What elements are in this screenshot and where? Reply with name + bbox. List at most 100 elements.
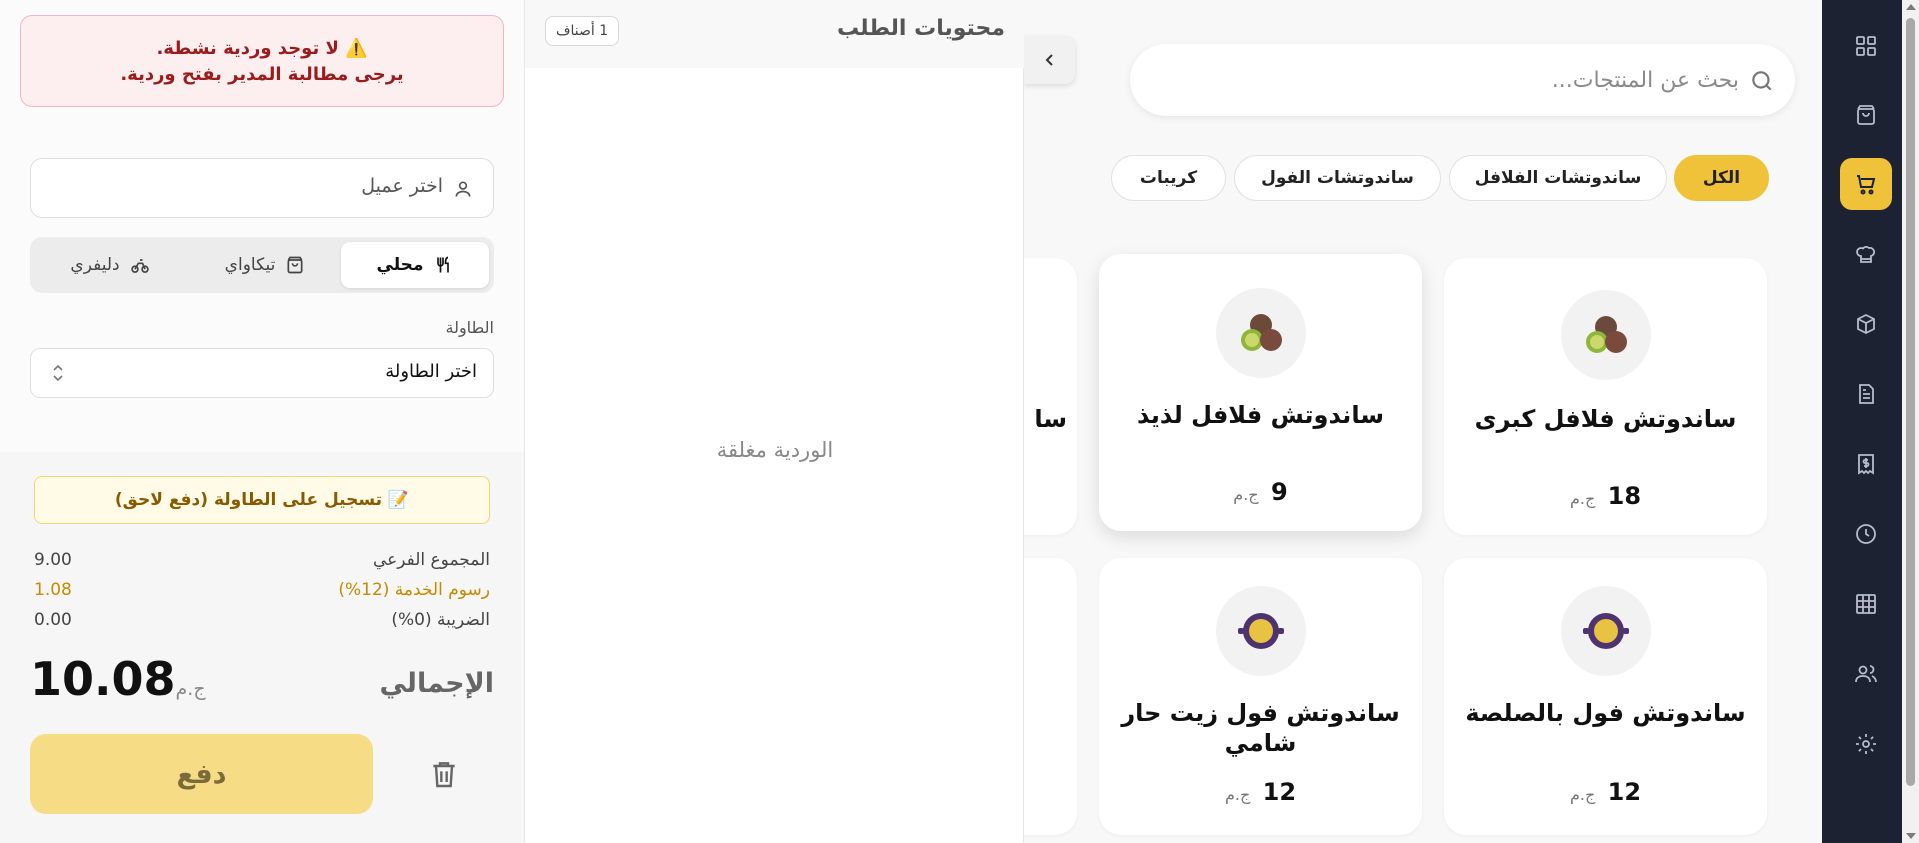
nav-tables[interactable] [1840, 578, 1892, 630]
product-card[interactable]: ساندوتش فول بالصلصة 12 ج.م [1444, 558, 1767, 835]
customer-select[interactable]: اختر عميل [30, 158, 494, 218]
category-all[interactable]: الكل [1674, 155, 1769, 201]
nav-users[interactable] [1840, 648, 1892, 700]
product-name: ساندوتش فول زيت حار شامي [1121, 699, 1400, 757]
nav-kitchen[interactable] [1840, 228, 1892, 280]
collapse-panel-button[interactable] [1024, 36, 1075, 84]
category-crepes[interactable]: كريبات [1111, 155, 1226, 201]
order-type-delivery[interactable]: دليفري [36, 242, 184, 288]
item-count-badge: 1 أصناف [545, 16, 620, 46]
foul-pot-image [1216, 586, 1306, 676]
order-type-dine-in[interactable]: محلي [341, 242, 489, 288]
box-icon [1857, 313, 1875, 335]
chef-hat-icon [1856, 245, 1875, 263]
tax-label: الضريبة (0%) [391, 610, 490, 630]
bike-icon [130, 259, 149, 273]
cutlery-icon [437, 256, 450, 273]
product-card[interactable]: ساندوتش فلافل كبرى 18 ج.م [1444, 258, 1767, 535]
product-name: سا [1034, 405, 1067, 433]
search-icon [1752, 71, 1772, 91]
no-shift-alert: ⚠️ لا توجد وردية نشطة. يرجى مطالبة المدي… [20, 15, 504, 107]
tax-row: الضريبة (0%) 0.00 [34, 610, 490, 636]
alert-line-2: يرجى مطالبة المدير بفتح وردية. [120, 64, 404, 85]
nav-settings[interactable] [1840, 718, 1892, 770]
product-price: 9 ج.م [1233, 478, 1288, 506]
product-card-partial[interactable]: سا [1024, 258, 1077, 535]
search-bar [1130, 44, 1795, 116]
product-price: 12 ج.م [1569, 778, 1642, 806]
grid-icon [1856, 36, 1876, 56]
pay-button[interactable]: دفع [30, 734, 373, 814]
order-header: محتويات الطلب 1 أصناف [525, 0, 1025, 68]
order-type-takeaway[interactable]: تيكاواي [191, 242, 339, 288]
table-grid-icon [1856, 594, 1876, 614]
order-type-label: تيكاواي [224, 255, 276, 275]
settings-gear-icon [1856, 734, 1876, 754]
product-price: 12 ج.م [1224, 778, 1297, 806]
category-falafel[interactable]: ساندوتشات الفلافل [1449, 155, 1667, 201]
nav-rail [1822, 0, 1902, 843]
table-select[interactable]: اختر الطاولة [30, 348, 494, 398]
subtotal-row: المجموع الفرعي 9.00 [34, 550, 490, 576]
category-label: ساندوتشات الفول [1261, 168, 1414, 188]
scroll-up-arrow[interactable] [1906, 4, 1916, 10]
service-fee-row: رسوم الخدمة (12%) 1.08 [34, 580, 490, 606]
trash-icon[interactable] [428, 758, 460, 790]
nav-shifts[interactable] [1840, 508, 1892, 560]
receipt-dollar-icon [1858, 454, 1874, 475]
search-input[interactable] [1179, 44, 1739, 116]
service-fee-value: 1.08 [34, 580, 72, 600]
total-label: الإجمالي [379, 668, 494, 699]
scroll-thumb[interactable] [1906, 18, 1915, 786]
table-placeholder: اختر الطاولة [385, 361, 477, 382]
nav-finance[interactable] [1840, 438, 1892, 490]
document-icon [1859, 384, 1874, 404]
alert-line-1: ⚠️ لا توجد وردية نشطة. [156, 38, 368, 59]
shift-closed-message: الوردية مغلقة [716, 438, 834, 462]
nav-pos[interactable] [1840, 158, 1892, 210]
service-fee-label: رسوم الخدمة (12%) [338, 580, 490, 600]
cart-icon [1857, 175, 1876, 195]
product-name: ساندوتش فول بالصلصة [1465, 699, 1746, 727]
category-label: الكل [1702, 168, 1741, 188]
bag-icon [287, 256, 303, 274]
product-card[interactable]: ساندوتش فلافل لذيذ 9 ج.م [1099, 254, 1422, 531]
nav-inventory[interactable] [1840, 298, 1892, 350]
bag-icon [1857, 105, 1875, 125]
product-card[interactable]: ساندوتش فول زيت حار شامي 12 ج.م [1099, 558, 1422, 835]
falafel-image [1216, 288, 1306, 378]
order-type-label: دليفري [70, 255, 120, 275]
tax-value: 0.00 [34, 610, 72, 630]
nav-dashboard[interactable] [1840, 20, 1892, 72]
subtotal-label: المجموع الفرعي [372, 550, 490, 570]
foul-pot-image [1561, 586, 1651, 676]
checkout-form: ⚠️ لا توجد وردية نشطة. يرجى مطالبة المدي… [0, 0, 524, 452]
order-panel: محتويات الطلب 1 أصناف الوردية مغلقة [524, 0, 1025, 843]
chevron-up-down-icon [53, 364, 63, 382]
currency-label: ج.م [175, 678, 206, 700]
nav-orders[interactable] [1840, 89, 1892, 141]
clock-icon [1856, 524, 1876, 544]
order-title: محتويات الطلب [836, 16, 1005, 41]
page-scrollbar[interactable] [1902, 0, 1919, 843]
scroll-down-arrow[interactable] [1906, 833, 1916, 839]
product-name: ساندوتش فلافل لذيذ [1137, 401, 1384, 429]
product-card-partial[interactable] [1024, 558, 1077, 835]
pay-later-label: 📝 تسجيل على الطاولة (دفع لاحق) [114, 490, 410, 510]
chevron-left-icon [1045, 54, 1053, 66]
total-value: 10.08 [30, 652, 176, 706]
product-price: 18 ج.م [1569, 482, 1642, 510]
product-name: ساندوتش فلافل كبرى [1474, 405, 1737, 433]
checkout-panel: ⚠️ لا توجد وردية نشطة. يرجى مطالبة المدي… [0, 0, 524, 843]
category-label: ساندوتشات الفلافل [1474, 168, 1642, 188]
pay-later-button[interactable]: 📝 تسجيل على الطاولة (دفع لاحق) [34, 476, 490, 524]
category-foul[interactable]: ساندوتشات الفول [1234, 155, 1441, 201]
subtotal-value: 9.00 [34, 550, 72, 570]
products-area: الكل ساندوتشات الفلافل ساندوتشات الفول ك… [1024, 0, 1822, 843]
users-icon [1855, 665, 1877, 683]
user-icon [455, 181, 471, 197]
order-type-selector: محلي تيكاواي دليفري [30, 237, 494, 293]
nav-reports[interactable] [1840, 368, 1892, 420]
falafel-image [1561, 290, 1651, 380]
customer-placeholder: اختر عميل [361, 175, 443, 197]
